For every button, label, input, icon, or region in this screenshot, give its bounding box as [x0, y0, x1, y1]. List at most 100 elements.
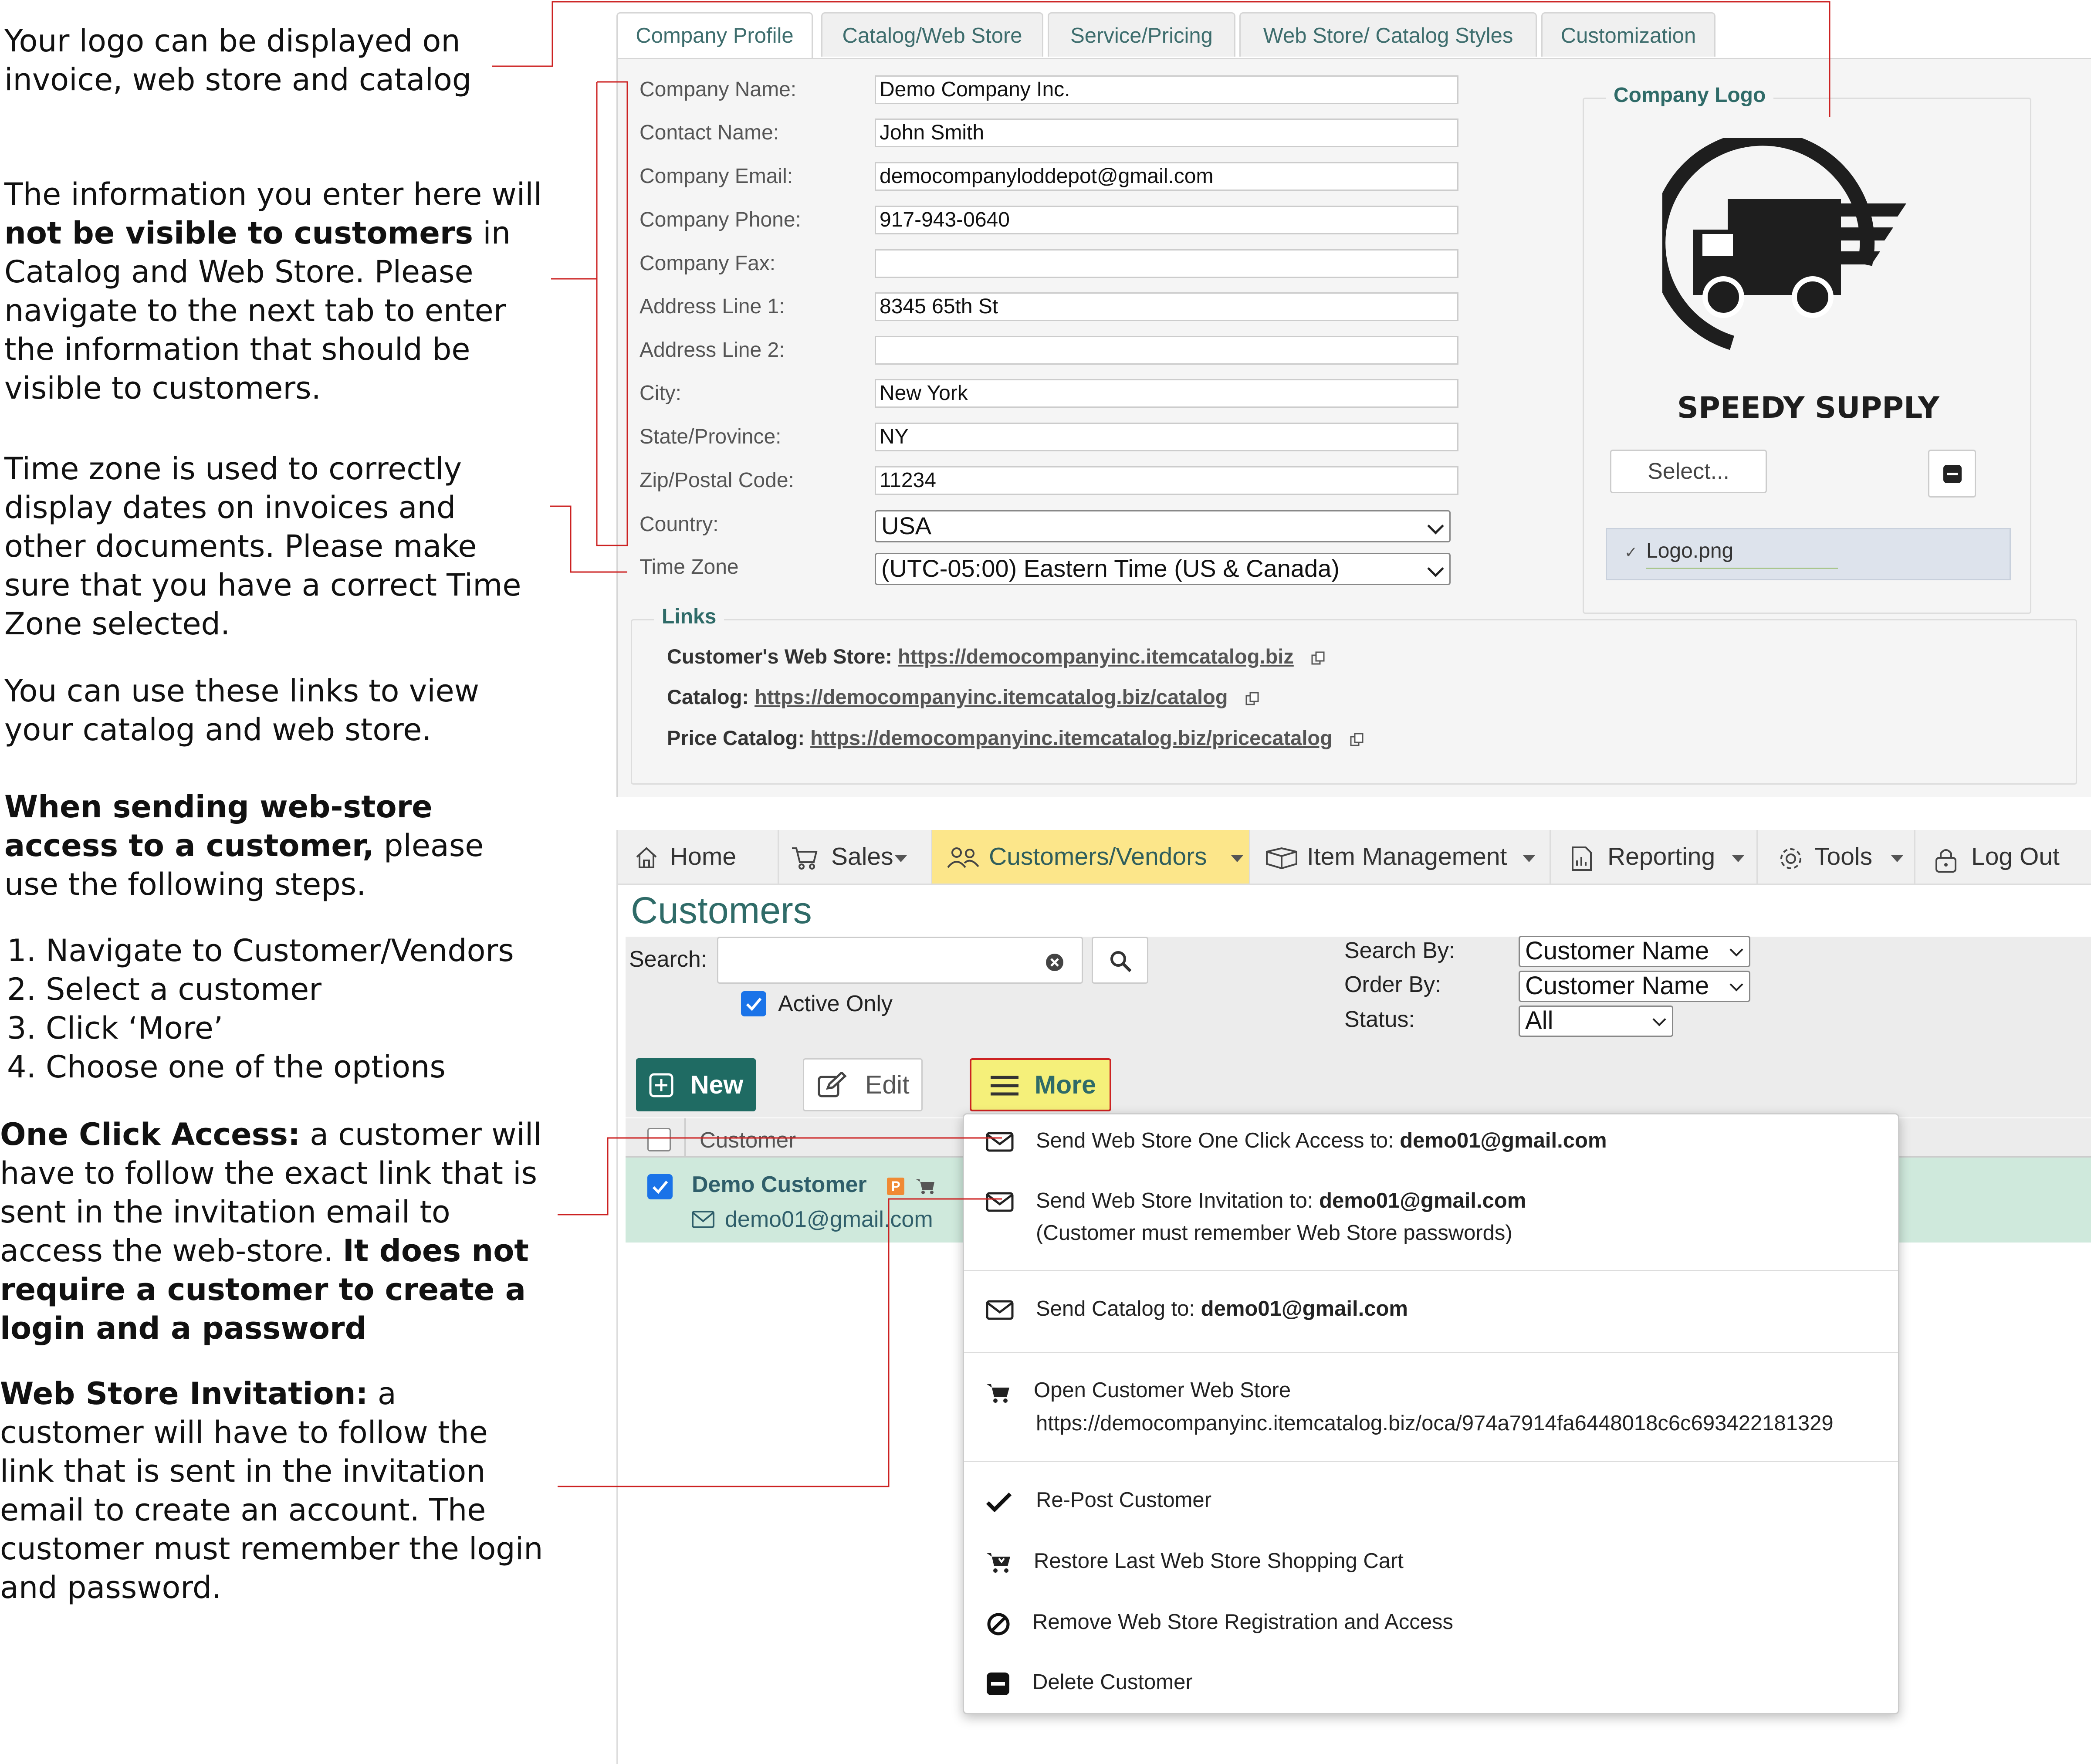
price-catalog-link-label: Price Catalog:	[667, 726, 805, 749]
copy-icon[interactable]	[1350, 732, 1364, 747]
upload-progress-bar	[1646, 568, 1838, 569]
minus-square-icon	[987, 1673, 1009, 1695]
nav-tools[interactable]: Tools	[1758, 830, 1915, 884]
web-store-link[interactable]: https://democompanyinc.itemcatalog.biz	[898, 645, 1294, 668]
menu-divider	[964, 1352, 1898, 1353]
chevron-down-icon	[1427, 560, 1444, 577]
select-all-checkbox[interactable]	[647, 1128, 671, 1151]
select-logo-button[interactable]: Select...	[1610, 450, 1767, 493]
caret-down-icon	[1732, 855, 1744, 862]
minus-square-icon	[1943, 465, 1962, 483]
search-input[interactable]	[717, 937, 1083, 984]
new-button[interactable]: New	[636, 1058, 756, 1111]
customer-name[interactable]: Demo Customer	[692, 1171, 867, 1199]
menu-item-one-click-access[interactable]: Send Web Store One Click Access to: demo…	[964, 1124, 1898, 1157]
tab-company-profile[interactable]: Company Profile	[616, 12, 813, 60]
nav-reporting[interactable]: Reporting	[1551, 830, 1758, 884]
cart-icon	[916, 1179, 934, 1194]
menu-item-web-store-invitation[interactable]: Send Web Store Invitation to: demo01@gma…	[964, 1184, 1898, 1249]
form-input[interactable]	[875, 249, 1458, 278]
nav-item-management[interactable]: Item Management	[1250, 830, 1551, 884]
timezone-select[interactable]: (UTC-05:00) Eastern Time (US & Canada)	[875, 553, 1451, 585]
step-item: Choose one of the options	[46, 1048, 553, 1087]
form-input[interactable]: NY	[875, 423, 1458, 451]
gear-icon	[1780, 848, 1801, 869]
menu-item-delete-customer[interactable]: Delete Customer	[964, 1666, 1898, 1699]
company-profile-panel: Company Profile Catalog/Web Store Servic…	[616, 0, 2091, 797]
menu-item-restore-cart[interactable]: Restore Last Web Store Shopping Cart	[964, 1544, 1898, 1578]
clear-icon[interactable]	[1045, 953, 1064, 972]
status-select[interactable]: All	[1519, 1006, 1673, 1037]
edit-button[interactable]: Edit	[803, 1058, 923, 1111]
remove-label: Remove Web Store Registration and Access	[1032, 1610, 1453, 1634]
nav-customers-vendors[interactable]: Customers/Vendors	[932, 830, 1250, 884]
customer-email[interactable]: demo01@gmail.com	[725, 1205, 933, 1233]
inv-label: Send Web Store Invitation to:	[1036, 1189, 1320, 1212]
order-by-label: Order By:	[1344, 972, 1441, 997]
tab-web-store-catalog-styles[interactable]: Web Store/ Catalog Styles	[1239, 12, 1537, 57]
step-item: Navigate to Customer/Vendors	[46, 931, 553, 970]
more-button-label: More	[1035, 1070, 1096, 1099]
lock-icon	[1935, 849, 1956, 873]
repost-label: Re-Post Customer	[1036, 1488, 1212, 1512]
tab-catalog-web-store[interactable]: Catalog/Web Store	[821, 12, 1043, 57]
annotation-steps-bold: When sending web-store access to a custo…	[4, 789, 433, 863]
catalog-link[interactable]: https://democompanyinc.itemcatalog.biz/c…	[755, 685, 1228, 708]
logo-brand-text: SPEEDY SUPPLY	[1677, 391, 1939, 425]
row-checkbox[interactable]	[647, 1174, 673, 1199]
annotation-steps-intro: When sending web-store access to a custo…	[4, 788, 527, 904]
tab-service-pricing[interactable]: Service/Pricing	[1048, 12, 1235, 57]
nav-log-out[interactable]: Log Out	[1915, 830, 2091, 884]
status-label: Status:	[1344, 1007, 1415, 1032]
logo-file-item[interactable]: ✓ Logo.png	[1606, 528, 2011, 580]
form-label: State/Province:	[639, 425, 782, 448]
form-input[interactable]: democompanyloddepot@gmail.com	[875, 162, 1458, 191]
copy-icon[interactable]	[1311, 651, 1326, 666]
menu-item-remove-registration[interactable]: Remove Web Store Registration and Access	[964, 1605, 1898, 1639]
links-fieldset: Links Customer's Web Store: https://demo…	[631, 605, 2077, 785]
nav-home[interactable]: Home	[618, 830, 779, 884]
copy-icon[interactable]	[1245, 691, 1260, 706]
nav-home-label: Home	[670, 843, 737, 870]
chevron-down-icon	[1652, 1012, 1666, 1026]
country-label: Country:	[639, 513, 719, 536]
form-input[interactable]: New York	[875, 379, 1458, 408]
step-item: Select a customer	[46, 970, 553, 1009]
more-dropdown-menu: Send Web Store One Click Access to: demo…	[963, 1113, 1899, 1714]
links-legend: Links	[654, 605, 724, 629]
order-by-select[interactable]: Customer Name	[1519, 971, 1750, 1002]
form-input[interactable]: 11234	[875, 466, 1458, 495]
country-select[interactable]: USA	[875, 510, 1451, 542]
form-input[interactable]: 8345 65th St	[875, 292, 1458, 321]
price-catalog-link[interactable]: https://democompanyinc.itemcatalog.biz/p…	[810, 726, 1333, 749]
menu-item-open-web-store[interactable]: Open Customer Web Store https://democomp…	[964, 1374, 1898, 1439]
menu-item-repost-customer[interactable]: Re-Post Customer	[964, 1483, 1898, 1517]
search-button[interactable]	[1092, 937, 1148, 984]
nav-sales[interactable]: Sales	[779, 830, 932, 884]
menu-item-send-catalog[interactable]: Send Catalog to: demo01@gmail.com	[964, 1292, 1898, 1325]
new-button-label: New	[690, 1070, 744, 1099]
form-input[interactable]	[875, 336, 1458, 365]
envelope-icon	[986, 1192, 1014, 1212]
active-only-checkbox[interactable]	[741, 991, 766, 1016]
annotation-timezone: Time zone is used to correctly display d…	[4, 451, 521, 642]
menu-divider	[964, 1270, 1898, 1271]
form-label: Company Fax:	[639, 252, 776, 275]
caret-down-icon	[1231, 855, 1243, 862]
form-label: Address Line 2:	[639, 339, 785, 362]
checkmark-icon	[652, 1181, 668, 1194]
form-input[interactable]: Demo Company Inc.	[875, 75, 1458, 104]
form-input[interactable]: John Smith	[875, 119, 1458, 147]
edit-icon	[818, 1072, 847, 1097]
remove-logo-button[interactable]	[1928, 450, 1976, 498]
form-label: Zip/Postal Code:	[639, 469, 794, 492]
company-logo-fieldset: Company Logo SPEEDY SUPPLY Select... ✓ L…	[1583, 83, 2031, 614]
form-label: Company Name:	[639, 78, 797, 101]
status-value: All	[1525, 1006, 1553, 1035]
search-by-select[interactable]: Customer Name	[1519, 936, 1750, 967]
form-input[interactable]: 917-943-0640	[875, 206, 1458, 234]
tab-customization[interactable]: Customization	[1541, 12, 1715, 57]
catalog-link-label: Catalog:	[667, 685, 749, 708]
more-button[interactable]: More	[970, 1058, 1111, 1111]
open-web-store-url: https://democompanyinc.itemcatalog.biz/o…	[1036, 1412, 1834, 1435]
